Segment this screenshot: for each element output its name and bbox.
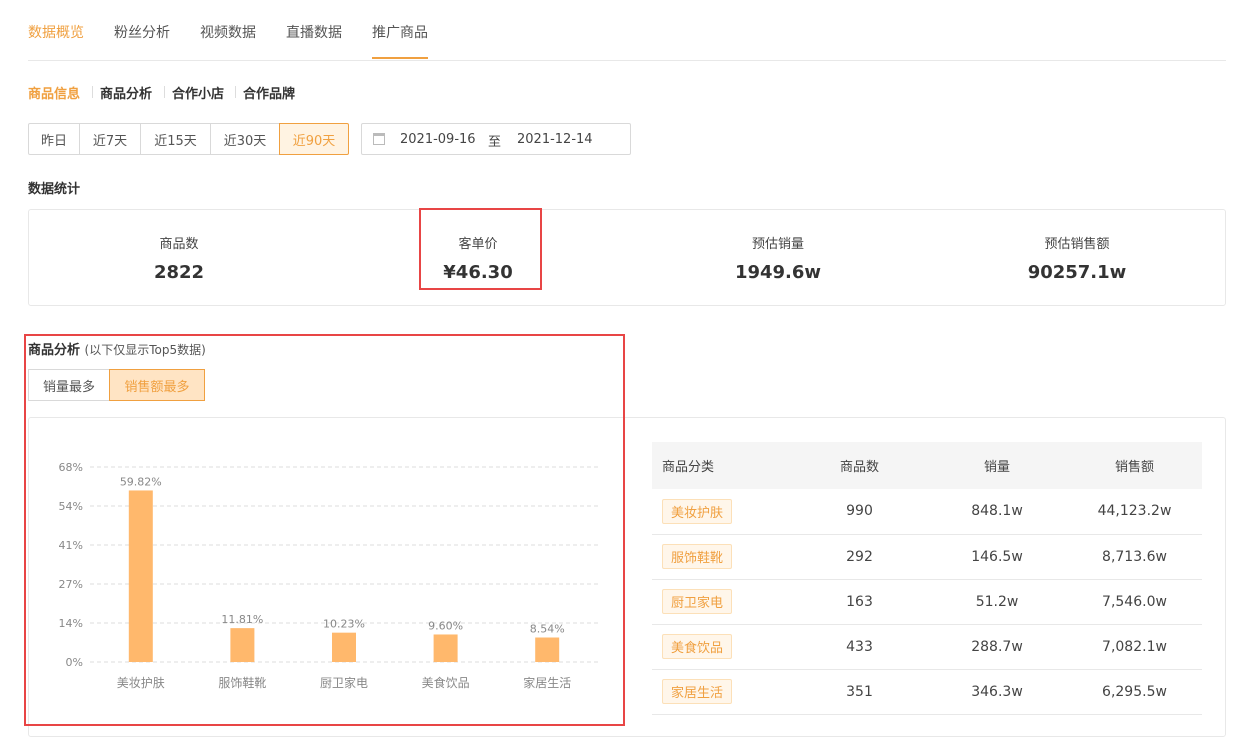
stat-value: 2822 xyxy=(153,262,205,283)
table-row: 家居生活 351 346.3w 6,295.5w xyxy=(652,669,1202,715)
cell-product-count: 433 xyxy=(792,624,927,670)
stat-value: 1949.6w xyxy=(734,262,822,283)
cell-amount: 6,295.5w xyxy=(1067,669,1202,715)
category-tag[interactable]: 厨卫家电 xyxy=(662,589,733,614)
main-tabs: 数据概览 粉丝分析 视频数据 直播数据 推广商品 xyxy=(28,0,1226,61)
cell-volume: 848.1w xyxy=(927,489,1067,535)
stats-panel: 商品数 2822 客单价 ¥46.30 预估销量 1949.6w 预估销售额 9… xyxy=(28,209,1226,306)
data-label: 59.82% xyxy=(120,475,162,488)
range-yesterday-button[interactable]: 昨日 xyxy=(28,123,80,155)
bar xyxy=(332,632,356,662)
calendar-icon xyxy=(373,133,385,145)
cell-category: 美妆护肤 xyxy=(652,489,792,535)
y-tick-label: 41% xyxy=(59,539,83,552)
category-share-bar-chart: 0% 14% 27% 41% 54% 68% 59.82% 美妆护肤 11.81% 服饰鞋靴 10.… xyxy=(59,461,598,690)
category-tag[interactable]: 美食饮品 xyxy=(662,634,733,659)
x-tick-label: 厨卫家电 xyxy=(320,675,368,690)
range-15d-button[interactable]: 近15天 xyxy=(140,123,211,155)
stat-label: 商品数 xyxy=(159,237,199,252)
cell-amount: 44,123.2w xyxy=(1067,489,1202,535)
category-tag[interactable]: 美妆护肤 xyxy=(662,498,733,524)
x-tick-label: 美妆护肤 xyxy=(117,675,165,690)
data-label: 10.23% xyxy=(323,618,365,631)
bar xyxy=(433,634,458,662)
tab-video[interactable]: 视频数据 xyxy=(200,22,256,42)
analysis-note: (以下仅显示Top5数据) xyxy=(84,343,206,357)
bar xyxy=(128,490,153,662)
cell-category: 服饰鞋靴 xyxy=(652,534,792,580)
active-tab-indicator xyxy=(372,57,428,59)
table-row: 美食饮品 433 288.7w 7,082.1w xyxy=(652,624,1202,670)
stat-label: 预估销量 xyxy=(751,237,804,252)
y-tick-label: 27% xyxy=(59,578,83,591)
x-tick-label: 家居生活 xyxy=(523,675,571,690)
cell-amount: 8,713.6w xyxy=(1067,534,1202,580)
subnav-partner-brands[interactable]: 合作品牌 xyxy=(243,83,295,102)
subnav-partner-shops[interactable]: 合作小店 xyxy=(172,83,224,102)
stat-label: 客单价 xyxy=(458,237,498,252)
table-row: 厨卫家电 163 51.2w 7,546.0w xyxy=(652,579,1202,625)
col-header-category: 商品分类 xyxy=(652,442,792,489)
sort-by-volume-button[interactable]: 销量最多 xyxy=(28,369,110,401)
table-row: 服饰鞋靴 292 146.5w 8,713.6w xyxy=(652,534,1202,580)
stat-label: 预估销售额 xyxy=(1044,237,1110,252)
cell-amount: 7,082.1w xyxy=(1067,624,1202,670)
subnav-product-info[interactable]: 商品信息 xyxy=(28,83,80,102)
col-header-volume: 销量 xyxy=(927,442,1067,489)
cell-product-count: 163 xyxy=(792,579,927,625)
cell-product-count: 292 xyxy=(792,534,927,580)
range-7d-button[interactable]: 近7天 xyxy=(79,123,141,155)
date-range-picker[interactable]: 2021-09-16 至 2021-12-14 xyxy=(361,123,631,155)
analysis-title: 商品分析 (以下仅显示Top5数据) xyxy=(28,339,206,358)
sort-by-amount-button[interactable]: 销售额最多 xyxy=(109,369,205,401)
cell-volume: 346.3w xyxy=(927,669,1067,715)
range-90d-button[interactable]: 近90天 xyxy=(279,123,349,155)
subnav-divider xyxy=(235,86,236,98)
cell-amount: 7,546.0w xyxy=(1067,579,1202,625)
analysis-title-text: 商品分析 xyxy=(28,343,81,358)
data-label: 9.60% xyxy=(428,619,463,632)
tab-fans[interactable]: 粉丝分析 xyxy=(114,22,170,42)
y-tick-label: 68% xyxy=(59,461,83,474)
data-label: 11.81% xyxy=(221,613,263,626)
bar xyxy=(230,628,255,662)
table-row: 美妆护肤 990 848.1w 44,123.2w xyxy=(652,489,1202,535)
stat-value: ¥46.30 xyxy=(443,262,513,283)
cell-product-count: 990 xyxy=(792,489,927,535)
data-label: 8.54% xyxy=(530,623,565,636)
cell-category: 家居生活 xyxy=(652,669,792,715)
cell-product-count: 351 xyxy=(792,669,927,715)
y-tick-label: 54% xyxy=(59,500,83,513)
date-range-selector: 昨日 近7天 近15天 近30天 近90天 xyxy=(28,123,349,155)
subnav-product-analysis[interactable]: 商品分析 xyxy=(100,83,152,102)
category-table: 商品分类 商品数 销量 销售额 美妆护肤 990 848.1w 44,123.2… xyxy=(652,442,1202,715)
start-date: 2021-09-16 xyxy=(400,132,476,147)
x-tick-label: 服饰鞋靴 xyxy=(218,675,266,690)
date-separator: 至 xyxy=(488,135,502,150)
tab-live[interactable]: 直播数据 xyxy=(286,22,342,42)
range-30d-button[interactable]: 近30天 xyxy=(210,123,280,155)
cell-category: 厨卫家电 xyxy=(652,579,792,625)
end-date: 2021-12-14 xyxy=(517,132,593,147)
cell-volume: 146.5w xyxy=(927,534,1067,580)
tab-promotion[interactable]: 推广商品 xyxy=(372,22,428,42)
sort-toggle: 销量最多 销售额最多 xyxy=(28,369,205,401)
tab-overview[interactable]: 数据概览 xyxy=(28,22,84,42)
cell-volume: 51.2w xyxy=(927,579,1067,625)
stat-value: 90257.1w xyxy=(1027,262,1127,283)
category-tag[interactable]: 家居生活 xyxy=(662,679,733,704)
category-tag[interactable]: 服饰鞋靴 xyxy=(662,544,733,569)
col-header-amount: 销售额 xyxy=(1067,442,1202,489)
stats-title: 数据统计 xyxy=(28,182,81,197)
subnav-divider xyxy=(92,86,93,98)
subnav-divider xyxy=(164,86,165,98)
bar xyxy=(535,637,560,662)
cell-volume: 288.7w xyxy=(927,624,1067,670)
col-header-product-count: 商品数 xyxy=(792,442,927,489)
y-tick-label: 14% xyxy=(59,617,83,630)
y-tick-label: 0% xyxy=(66,656,83,669)
table-header-row: 商品分类 商品数 销量 销售额 xyxy=(652,442,1202,489)
x-tick-label: 美食饮品 xyxy=(422,675,470,690)
cell-category: 美食饮品 xyxy=(652,624,792,670)
